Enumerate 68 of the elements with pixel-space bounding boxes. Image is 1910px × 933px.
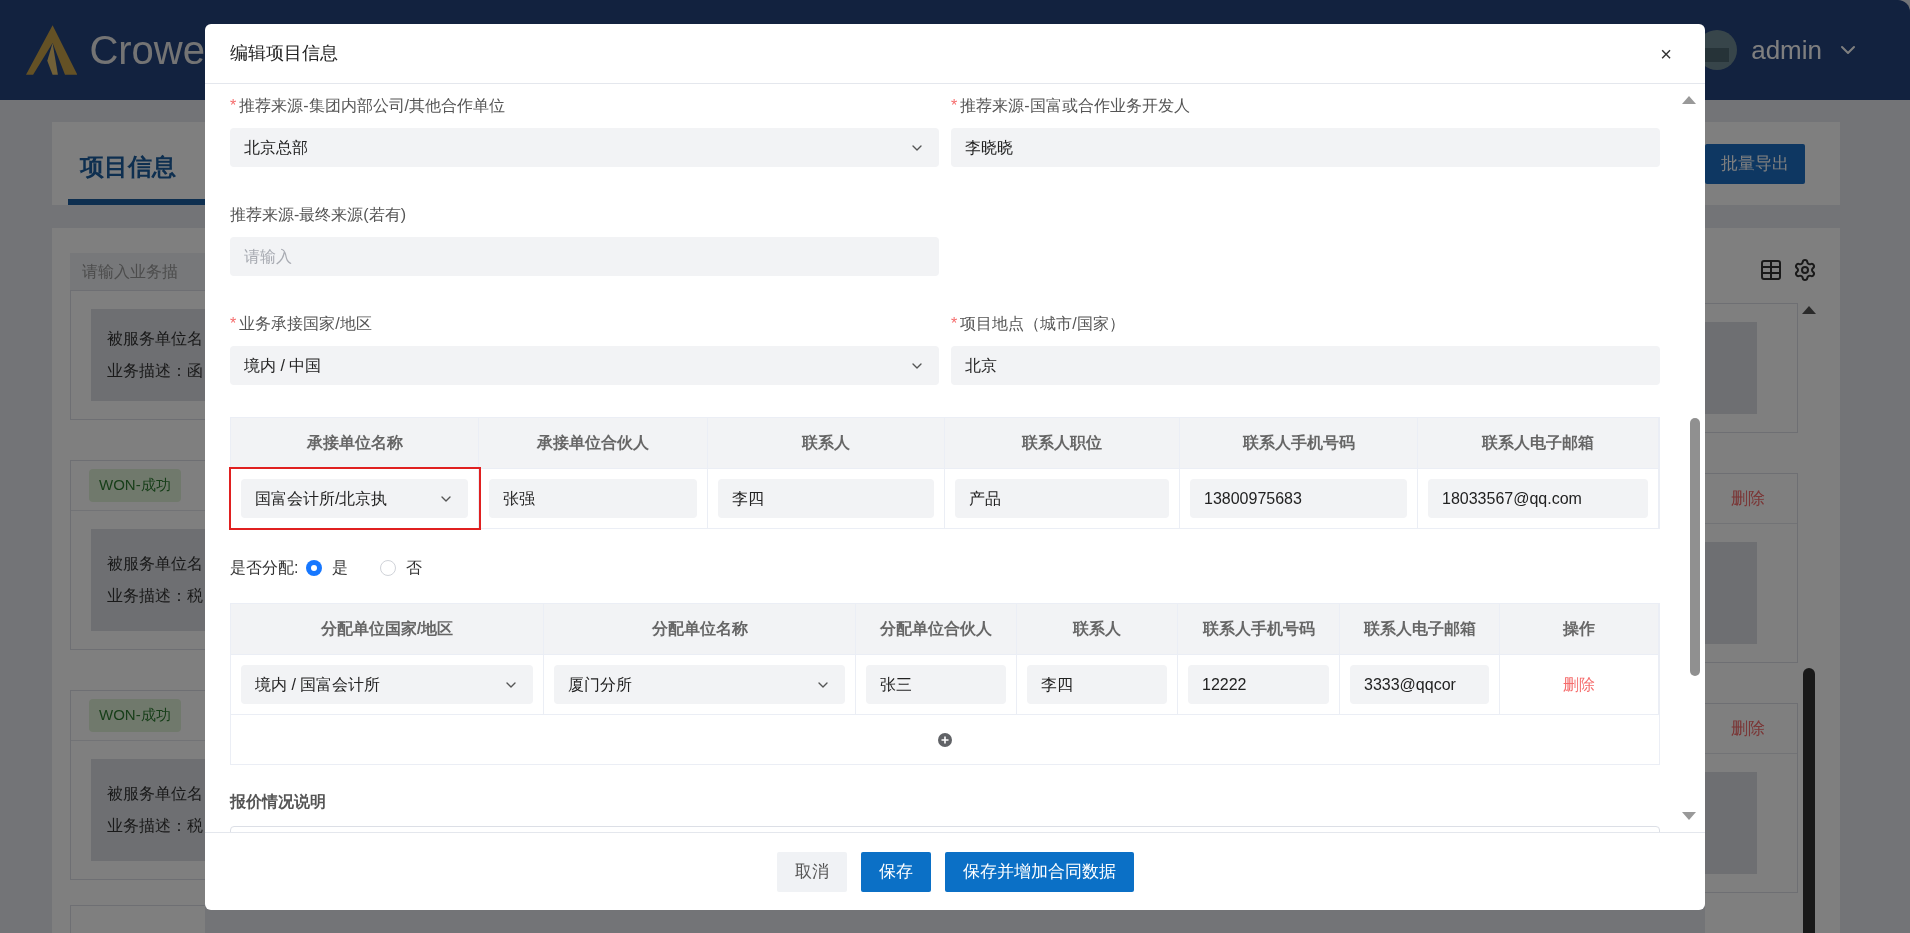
required-mark: *: [951, 96, 958, 116]
user-name[interactable]: admin: [1751, 30, 1822, 70]
select-field[interactable]: 国富会计所/北京执: [241, 479, 468, 518]
logo-text: Crowe: [89, 27, 205, 74]
scroll-down-arrow-icon[interactable]: [1682, 812, 1696, 820]
add-row-icon[interactable]: [938, 732, 952, 747]
required-mark: *: [230, 314, 237, 334]
column-header: 承接单位名称: [231, 418, 479, 468]
column-header: 分配单位名称: [544, 604, 856, 654]
input-field[interactable]: 3333@qqcor: [1350, 665, 1489, 704]
radio-button[interactable]: [380, 560, 397, 576]
settings-icon[interactable]: [1793, 257, 1817, 282]
field-label: 项目地点（城市/国家）: [960, 314, 1125, 334]
input-field[interactable]: 18033567@qq.com: [1428, 479, 1648, 518]
card-text: 被服务单位名: [107, 554, 204, 574]
select-field[interactable]: 厦门分所: [554, 665, 845, 704]
input-field[interactable]: 12222: [1188, 665, 1329, 704]
card-text: 业务描述：税: [107, 816, 204, 836]
scroll-up-arrow-icon[interactable]: [1682, 96, 1696, 104]
scroll-up-arrow-icon[interactable]: [1802, 306, 1816, 314]
card-text: 业务描述：函: [107, 361, 204, 381]
logo-icon: [26, 22, 78, 78]
required-mark: *: [951, 314, 958, 334]
card-text: 被服务单位名: [107, 784, 204, 804]
scrollbar-thumb[interactable]: [1690, 418, 1700, 676]
column-header: 联系人手机号码: [1180, 418, 1418, 468]
field-label: 推荐来源-最终来源(若有): [230, 205, 406, 225]
cancel-button[interactable]: 取消: [776, 851, 847, 892]
input-field[interactable]: 张强: [489, 479, 697, 518]
input-field[interactable]: 李晓晓: [951, 128, 1660, 167]
column-header: 联系人职位: [945, 418, 1180, 468]
radio-button[interactable]: [306, 560, 323, 576]
input-field[interactable]: 李四: [718, 479, 934, 518]
input-field[interactable]: 张三: [866, 665, 1006, 704]
required-mark: *: [230, 96, 237, 116]
allocate-label: 是否分配:: [230, 558, 299, 578]
column-header: 联系人: [1017, 604, 1178, 654]
radio-option[interactable]: 是: [306, 556, 349, 580]
field-label: 业务承接国家/地区: [239, 314, 372, 334]
primary-button[interactable]: 保存并增加合同数据: [944, 851, 1134, 892]
column-header: 分配单位国家/地区: [231, 604, 544, 654]
close-button[interactable]: ×: [1660, 43, 1672, 64]
select-field[interactable]: 北京总部: [230, 128, 939, 167]
column-header: 联系人: [708, 418, 945, 468]
input-field[interactable]: 产品: [955, 479, 1169, 518]
column-header: 分配单位合伙人: [856, 604, 1017, 654]
input-field[interactable]: 北京: [951, 346, 1660, 385]
column-header: 操作: [1500, 604, 1659, 654]
table-icon[interactable]: [1759, 257, 1783, 282]
select-field[interactable]: 境内 / 中国: [230, 346, 939, 385]
dialog-title: 编辑项目信息: [230, 42, 338, 65]
column-header: 联系人电子邮箱: [1340, 604, 1500, 654]
radio-option[interactable]: 否: [380, 556, 423, 580]
column-header: 联系人手机号码: [1178, 604, 1340, 654]
card-text: 被服务单位名: [107, 329, 204, 349]
field-label: 推荐来源-集团内部公司/其他合作单位: [239, 96, 505, 116]
status-tag: WON-成功: [89, 469, 181, 502]
input-field[interactable]: 13800975683: [1190, 479, 1407, 518]
input-field[interactable]: 李四: [1027, 665, 1167, 704]
status-tag: WON-成功: [89, 699, 181, 732]
field-label: 推荐来源-国富或合作业务开发人: [960, 96, 1190, 116]
section-label: 报价情况说明: [230, 792, 327, 812]
select-field[interactable]: 境内 / 国富会计所: [241, 665, 533, 704]
column-header: 承接单位合伙人: [479, 418, 708, 468]
scrollbar-thumb[interactable]: [1803, 668, 1815, 933]
card-text: 业务描述：税: [107, 586, 204, 606]
primary-button[interactable]: 保存: [860, 851, 931, 892]
column-header: 联系人电子邮箱: [1418, 418, 1659, 468]
